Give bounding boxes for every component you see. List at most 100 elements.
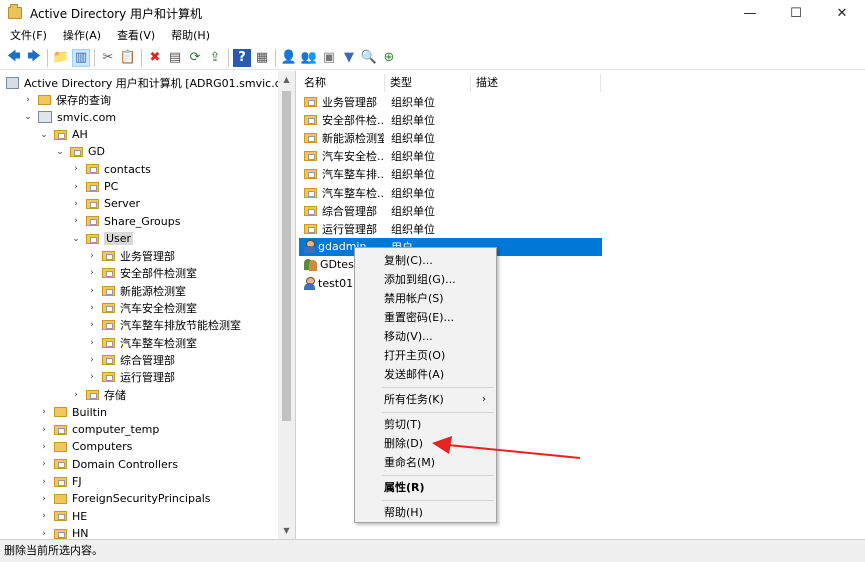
copy-icon[interactable]: 📋 [119,49,137,67]
tree-node[interactable]: › Server [70,195,140,212]
list-item[interactable]: 安全部件检... 组织单位 [299,111,609,129]
delete-icon[interactable]: ✖ [146,49,164,67]
scroll-thumb[interactable] [282,91,291,421]
context-menu-item[interactable]: 禁用帐户(S) [355,289,496,308]
tree-node[interactable]: › 运行管理部 [86,369,175,386]
context-menu-item[interactable]: 打开主页(O) [355,346,496,365]
context-menu-item[interactable]: 剪切(T) [355,415,496,434]
menu-help[interactable]: 帮助(H) [165,26,216,46]
tree-node[interactable]: › HN [38,525,88,539]
context-menu-item[interactable]: 删除(D) [355,434,496,453]
refresh-icon[interactable]: ⟳ [186,49,204,67]
minimize-button[interactable]: — [727,0,773,26]
tree-node[interactable]: ⌄ User [70,230,134,247]
tree-node[interactable]: ⌄ GD [54,143,105,160]
up-folder-icon[interactable]: 📁 [52,49,70,67]
collapse-chevron-icon[interactable]: ⌄ [22,111,34,123]
scroll-down-icon[interactable]: ▼ [278,522,295,539]
tree-node[interactable]: › 安全部件检测室 [86,265,197,282]
tree-node[interactable]: › Computers [38,438,132,455]
tree-node[interactable]: › FJ [38,473,81,490]
tree-node[interactable]: › Share_Groups [70,213,180,230]
list-item[interactable]: 综合管理部 组织单位 [299,202,609,220]
list-item[interactable]: 汽车整车检... 组织单位 [299,184,609,202]
new-ou-icon[interactable]: ▣ [320,49,338,67]
tree-node[interactable]: › 汽车整车排放节能检测室 [86,317,241,334]
column-header-type[interactable]: 类型 [385,74,471,92]
console-icon[interactable]: ▦ [253,49,271,67]
expand-chevron-icon[interactable]: › [38,441,50,453]
forward-arrow-icon[interactable]: 🡆 [25,49,43,67]
collapse-chevron-icon[interactable]: ⌄ [38,129,50,141]
tree-node[interactable]: › 存储 [70,386,126,403]
tree-node[interactable]: › computer_temp [38,421,159,438]
expand-chevron-icon[interactable]: › [86,354,98,366]
expand-chevron-icon[interactable]: › [38,406,50,418]
tree-node[interactable]: › PC [70,178,118,195]
context-menu-item[interactable]: 属性(R) [355,478,496,497]
menu-file[interactable]: 文件(F) [4,26,53,46]
tree-node[interactable]: ⌄ smvic.com [22,109,116,126]
list-item[interactable]: 运行管理部 组织单位 [299,220,609,238]
tree-node[interactable]: › 汽车安全检测室 [86,300,197,317]
tree-node[interactable]: ⌄ AH [38,126,88,143]
tree-node[interactable]: › contacts [70,161,151,178]
menu-view[interactable]: 查看(V) [111,26,161,46]
help-icon[interactable]: ? [233,48,251,67]
expand-chevron-icon[interactable]: › [22,94,34,106]
column-header-description[interactable]: 描述 [471,74,601,92]
export-list-icon[interactable]: ⇪ [206,49,224,67]
tree-node[interactable]: › ForeignSecurityPrincipals [38,490,210,507]
properties-icon[interactable]: ▤ [166,49,184,67]
list-item[interactable]: 汽车整车排... 组织单位 [299,165,609,183]
tree-node[interactable]: › 业务管理部 [86,248,175,265]
context-menu-item[interactable]: 重命名(M) [355,453,496,472]
context-menu-item[interactable]: 重置密码(E)... [355,308,496,327]
tree-node[interactable]: › Builtin [38,404,107,421]
console-tree[interactable]: › HN › HE › ForeignSecurityPrincipals › FJ › Doma… [0,71,296,539]
context-menu-item[interactable]: 添加到组(G)... [355,270,496,289]
close-button[interactable]: ✕ [819,0,865,26]
expand-chevron-icon[interactable]: › [86,250,98,262]
back-arrow-icon[interactable]: 🡄 [5,49,23,67]
tree-node[interactable]: › 综合管理部 [86,352,175,369]
list-item[interactable]: 新能源检测室 组织单位 [299,129,609,147]
context-menu-item[interactable]: 所有任务(K) › [355,390,496,409]
add-to-group-icon[interactable]: ⊕ [380,49,398,67]
expand-chevron-icon[interactable]: › [70,215,82,227]
collapse-chevron-icon[interactable]: ⌄ [70,233,82,245]
column-header-name[interactable]: 名称 [299,74,385,92]
expand-chevron-icon[interactable]: › [86,319,98,331]
expand-chevron-icon[interactable]: › [38,458,50,470]
expand-chevron-icon[interactable]: › [70,198,82,210]
expand-chevron-icon[interactable]: › [86,267,98,279]
show-tree-icon[interactable]: ▥ [72,48,90,67]
tree-scrollbar[interactable]: ▲ ▼ [278,71,295,539]
context-menu-item[interactable]: 发送邮件(A) [355,365,496,384]
context-menu-item[interactable]: 移动(V)... [355,327,496,346]
context-menu-item[interactable]: 帮助(H) [355,503,496,522]
expand-chevron-icon[interactable]: › [86,337,98,349]
collapse-chevron-icon[interactable]: ⌄ [54,146,66,158]
tree-node[interactable]: › 新能源检测室 [86,282,186,299]
tree-node[interactable]: › 汽车整车检测室 [86,334,197,351]
scroll-up-icon[interactable]: ▲ [278,71,295,88]
expand-chevron-icon[interactable]: › [86,302,98,314]
list-item[interactable]: 汽车安全检... 组织单位 [299,147,609,165]
tree-node[interactable]: › 保存的查询 [22,91,111,108]
new-group-icon[interactable]: 👥 [300,49,318,67]
menu-action[interactable]: 操作(A) [57,26,107,46]
expand-chevron-icon[interactable]: › [70,163,82,175]
tree-node[interactable]: Active Directory 用户和计算机 [ADRG01.smvic.co… [6,74,295,91]
new-user-icon[interactable]: 👤 [280,49,298,67]
expand-chevron-icon[interactable]: › [38,528,50,539]
list-item[interactable]: 业务管理部 组织单位 [299,93,609,111]
expand-chevron-icon[interactable]: › [86,285,98,297]
expand-chevron-icon[interactable]: › [38,476,50,488]
expand-chevron-icon[interactable]: › [86,371,98,383]
maximize-button[interactable]: ☐ [773,0,819,26]
tree-node[interactable]: › HE [38,508,87,525]
expand-chevron-icon[interactable]: › [70,389,82,401]
expand-chevron-icon[interactable]: › [38,510,50,522]
context-menu-item[interactable]: 复制(C)... [355,251,496,270]
